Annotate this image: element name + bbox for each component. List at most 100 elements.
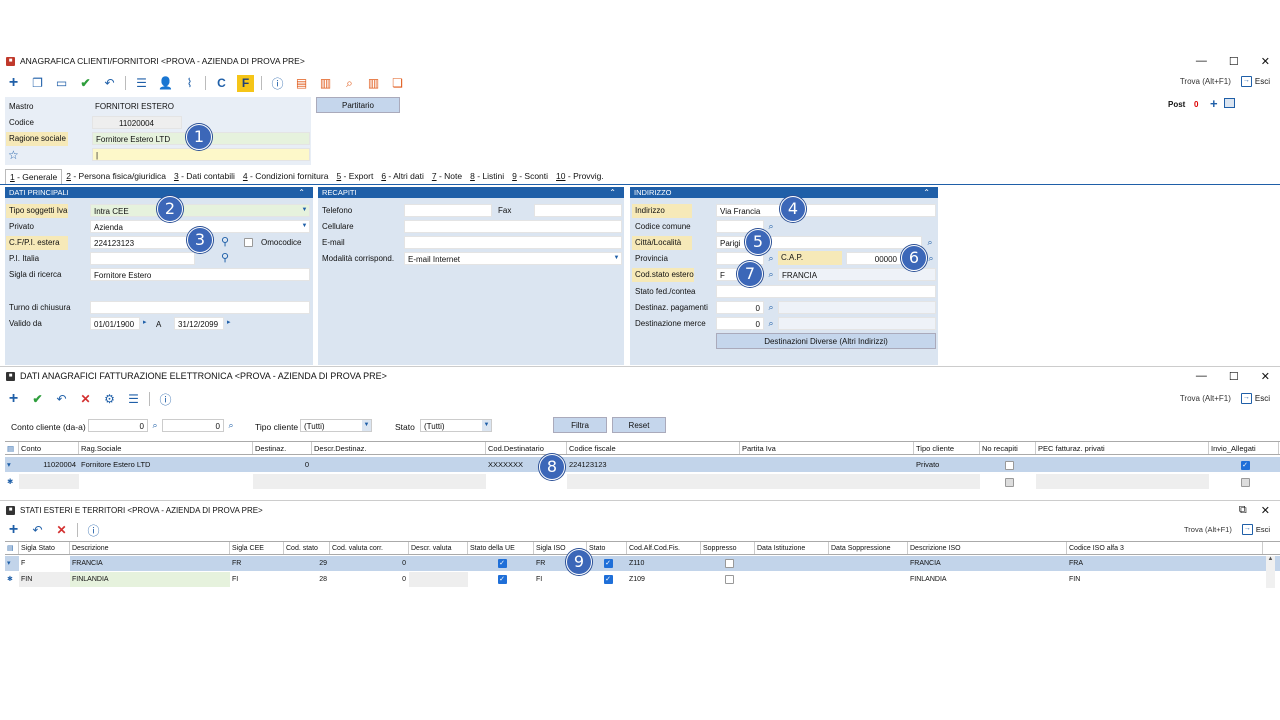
collapse-icon[interactable]: ⌃ <box>923 187 930 198</box>
col-header[interactable]: Codice ISO alfa 3 <box>1067 542 1263 554</box>
restore-button[interactable]: ⧉ <box>1239 504 1247 517</box>
dest-pagamenti-field[interactable]: 0 <box>716 301 764 314</box>
save-icon[interactable]: ✔ <box>77 75 94 92</box>
exit-button[interactable]: → Esci <box>1241 524 1270 535</box>
destinazioni-button[interactable]: Destinazioni Diverse (Altri Indirizzi) <box>716 333 936 349</box>
table-row[interactable]: ▾ 11020004 Fornitore Estero LTD 0 XXXXXX… <box>5 457 1280 472</box>
ragione-extra-field[interactable]: | <box>92 148 310 161</box>
undo-icon[interactable]: ↶ <box>101 75 118 92</box>
chevron-down-icon[interactable]: ▼ <box>362 420 371 431</box>
delete-icon[interactable]: ✕ <box>77 391 94 408</box>
tab-provvig[interactable]: 10 - Provvig. <box>552 169 608 184</box>
tipo-soggetti-field[interactable]: Intra CEE <box>90 204 310 217</box>
minimize-button[interactable]: — <box>1196 55 1207 67</box>
search-icon[interactable]: ⌕ <box>766 221 776 231</box>
col-header[interactable]: Soppresso <box>701 542 755 554</box>
copy-icon[interactable]: ❐ <box>29 75 46 92</box>
conto-da-field[interactable]: 0 <box>88 419 148 432</box>
stato-ue-checkbox[interactable]: ✓ <box>497 574 507 584</box>
settings-icon[interactable]: ⚙ <box>101 391 118 408</box>
new-row-icon[interactable]: ✱ <box>5 572 19 587</box>
search-doc-icon[interactable]: ⌕ <box>341 75 358 92</box>
search-icon[interactable]: ⌕ <box>150 420 160 430</box>
grid-menu-icon[interactable]: ▤ <box>5 442 19 454</box>
cellulare-field[interactable] <box>404 220 622 233</box>
new-icon[interactable]: + <box>5 521 22 539</box>
reset-button[interactable]: Reset <box>612 417 666 433</box>
filter-icon[interactable]: ▾ <box>5 556 19 571</box>
soppresso-checkbox[interactable] <box>724 558 734 568</box>
exit-button[interactable]: → Esci <box>1240 76 1270 87</box>
fax-field[interactable] <box>534 204 622 217</box>
docs-icon[interactable]: ❏ <box>389 75 406 92</box>
new-row-icon[interactable]: ✱ <box>5 474 19 489</box>
col-header[interactable]: Descr. valuta <box>409 542 468 554</box>
help-icon[interactable]: ⓘ <box>157 391 174 408</box>
search-icon[interactable]: ⌕ <box>925 237 935 247</box>
stato-ue-checkbox[interactable]: ✓ <box>497 558 507 568</box>
col-header[interactable]: Cod. valuta corr. <box>330 542 409 554</box>
chevron-down-icon[interactable]: ▼ <box>612 253 621 264</box>
table-row[interactable]: ✱ FIN FINLANDIA FI 28 0 ✓ FI ✓ Z109 FINL… <box>5 572 1280 587</box>
telefono-field[interactable] <box>404 204 492 217</box>
chevron-down-icon[interactable]: ▼ <box>300 221 309 232</box>
grid-menu-icon[interactable]: ▤ <box>5 542 19 554</box>
turno-field[interactable] <box>90 301 310 314</box>
menu-icon[interactable]: ☰ <box>133 75 150 92</box>
omocodice-checkbox[interactable] <box>244 238 253 248</box>
barcode-icon[interactable]: ▥ <box>365 75 382 92</box>
help-icon[interactable]: ⓘ <box>269 75 286 92</box>
col-header[interactable]: Cod.Alf.Cod.Fis. <box>627 542 701 554</box>
tab-listini[interactable]: 8 - Listini <box>466 169 508 184</box>
col-header[interactable]: Descrizione <box>70 542 230 554</box>
table-row[interactable]: ▾ F FRANCIA FR 29 0 ✓ FR ✓ Z110 FRANCIA … <box>5 556 1280 571</box>
search-icon[interactable]: ⌕ <box>766 253 776 263</box>
conto-a-field[interactable]: 0 <box>162 419 224 432</box>
close-button[interactable]: ✕ <box>1261 370 1270 383</box>
new-icon[interactable]: + <box>5 74 22 92</box>
tab-sconti[interactable]: 9 - Sconti <box>508 169 552 184</box>
delete-icon[interactable]: ✕ <box>53 522 70 539</box>
star-icon[interactable]: ☆ <box>8 148 19 162</box>
menu-icon[interactable]: ☰ <box>125 391 142 408</box>
add-post-icon[interactable]: + <box>1210 96 1218 111</box>
date-arrow-icon[interactable]: ▸ <box>143 318 147 326</box>
col-header[interactable]: Conto <box>19 442 79 454</box>
f-icon[interactable]: F <box>237 74 254 92</box>
col-header[interactable]: Codice fiscale <box>567 442 740 454</box>
find-button[interactable]: Trova (Alt+F1) <box>1184 525 1232 534</box>
print-icon[interactable]: ▤ <box>293 75 310 92</box>
col-header[interactable]: Sigla CEE <box>230 542 284 554</box>
save-icon[interactable]: ✔ <box>29 391 46 408</box>
user-icon[interactable]: 👤 <box>157 75 174 92</box>
col-header[interactable]: No recapiti <box>980 442 1036 454</box>
col-header[interactable]: Tipo cliente <box>914 442 980 454</box>
tab-altri-dati[interactable]: 6 - Altri dati <box>377 169 428 184</box>
no-recapiti-checkbox[interactable] <box>1004 460 1014 470</box>
new-icon[interactable]: + <box>5 390 22 408</box>
tab-dati-contabili[interactable]: 3 - Dati contabili <box>170 169 239 184</box>
stato-checkbox[interactable]: ✓ <box>603 574 613 584</box>
email-field[interactable] <box>404 236 622 249</box>
post-list-icon[interactable] <box>1224 98 1235 108</box>
dest-merce-field[interactable]: 0 <box>716 317 764 330</box>
exit-button[interactable]: → Esci <box>1240 393 1270 404</box>
minimize-button[interactable]: — <box>1196 370 1207 382</box>
invio-allegati-checkbox[interactable]: ✓ <box>1240 460 1250 470</box>
indirizzo-field[interactable]: Via Francia <box>716 204 936 217</box>
stato-checkbox[interactable]: ✓ <box>603 558 613 568</box>
tab-export[interactable]: 5 - Export <box>332 169 377 184</box>
pi-italia-field[interactable] <box>90 252 195 265</box>
collapse-icon[interactable]: ⌃ <box>609 187 616 198</box>
find-button[interactable]: Trova (Alt+F1) <box>1180 77 1231 86</box>
col-header[interactable]: Rag.Sociale <box>79 442 253 454</box>
tab-condizioni[interactable]: 4 - Condizioni fornitura <box>239 169 333 184</box>
col-header[interactable]: Data Soppressione <box>829 542 908 554</box>
person-search-icon[interactable]: ⚲ <box>221 251 229 264</box>
tab-note[interactable]: 7 - Note <box>428 169 466 184</box>
search-icon[interactable]: ⌕ <box>766 318 776 328</box>
search-icon[interactable]: ⌕ <box>766 302 776 312</box>
scrollbar[interactable]: ▲ <box>1266 556 1275 588</box>
col-header[interactable]: Destinaz. <box>253 442 312 454</box>
col-header[interactable]: Data Istituzione <box>755 542 829 554</box>
